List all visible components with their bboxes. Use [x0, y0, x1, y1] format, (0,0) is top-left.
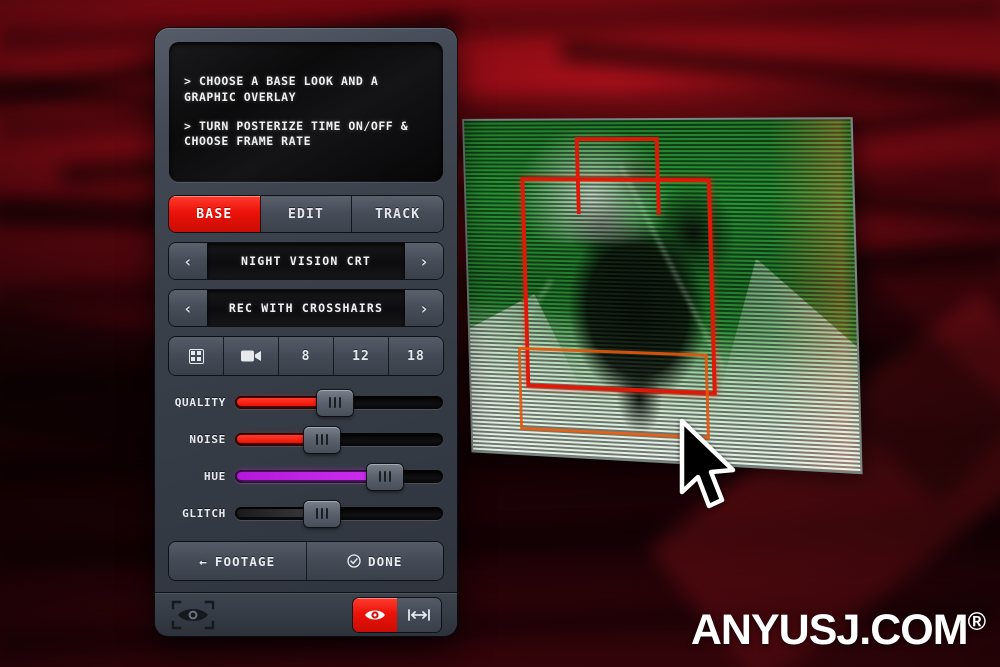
glitch-slider[interactable] [235, 507, 443, 520]
base-look-value[interactable]: NIGHT VISION CRT [207, 243, 405, 279]
glitch-slider-row: GLITCH [169, 500, 443, 526]
instruction-screen: > CHOOSE A BASE LOOK AND A GRAPHIC OVERL… [169, 42, 443, 182]
watermark: ANYUSJ.COM® [691, 606, 986, 655]
framerate-8-button[interactable]: 8 [279, 337, 334, 375]
base-look-prev-arrow-icon[interactable]: ‹ [169, 243, 207, 279]
tab-edit[interactable]: EDIT [261, 196, 353, 232]
action-button-row: ← FOOTAGE DONE [169, 542, 443, 580]
posterize-grid-button[interactable] [169, 337, 224, 375]
crosshair-box-lower [518, 347, 711, 440]
preview-toggle-group [353, 598, 441, 632]
registered-mark-icon: ® [968, 608, 986, 636]
graphic-overlay-next-arrow-icon[interactable]: › [405, 290, 443, 326]
quality-slider[interactable] [235, 396, 443, 409]
control-panel-body: > CHOOSE A BASE LOOK AND A GRAPHIC OVERL… [169, 42, 443, 580]
app-root: > CHOOSE A BASE LOOK AND A GRAPHIC OVERL… [0, 0, 1000, 667]
footage-button[interactable]: ← FOOTAGE [169, 542, 307, 580]
quality-slider-label: QUALITY [169, 396, 235, 409]
arrow-left-icon: ← [199, 554, 208, 569]
done-button-label: DONE [368, 554, 403, 569]
quality-slider-row: QUALITY [169, 389, 443, 415]
quality-slider-thumb[interactable] [317, 390, 353, 416]
noise-slider-thumb[interactable] [304, 427, 340, 453]
hue-slider-label: HUE [169, 470, 235, 483]
base-look-next-arrow-icon[interactable]: › [405, 243, 443, 279]
hue-slider-thumb[interactable] [367, 464, 403, 490]
noise-slider-row: NOISE [169, 426, 443, 452]
preview-eye-toggle[interactable] [353, 598, 397, 632]
tab-track[interactable]: TRACK [352, 196, 443, 232]
posterize-camera-button[interactable] [224, 337, 279, 375]
tab-bar: BASE EDIT TRACK [169, 196, 443, 232]
video-preview[interactable] [462, 117, 863, 474]
graphic-overlay-selector: ‹ REC WITH CROSSHAIRS › [169, 290, 443, 326]
camera-icon [241, 349, 261, 363]
base-look-selector: ‹ NIGHT VISION CRT › [169, 243, 443, 279]
framerate-18-button[interactable]: 18 [389, 337, 443, 375]
glitch-slider-thumb[interactable] [304, 501, 340, 527]
watermark-text: ANYUSJ.COM [691, 606, 968, 654]
check-circle-icon [347, 554, 361, 568]
fit-width-icon [407, 608, 431, 622]
noise-slider-label: NOISE [169, 433, 235, 446]
slider-group: QUALITY NOISE HUE GLITCH [169, 389, 443, 526]
tab-base[interactable]: BASE [169, 196, 261, 232]
instruction-line-2: > TURN POSTERIZE TIME ON/OFF & CHOOSE FR… [184, 119, 428, 151]
fit-width-toggle[interactable] [397, 598, 441, 632]
framerate-button-row: 8 12 18 [169, 337, 443, 375]
graphic-overlay-prev-arrow-icon[interactable]: ‹ [169, 290, 207, 326]
panel-bottom-bar [155, 592, 457, 636]
footage-button-label: FOOTAGE [215, 554, 275, 569]
hue-slider-row: HUE [169, 463, 443, 489]
glitch-slider-label: GLITCH [169, 507, 235, 520]
instruction-line-1: > CHOOSE A BASE LOOK AND A GRAPHIC OVERL… [184, 74, 428, 106]
control-panel: > CHOOSE A BASE LOOK AND A GRAPHIC OVERL… [155, 28, 457, 636]
hue-slider[interactable] [235, 470, 443, 483]
eye-focus-icon[interactable] [171, 600, 215, 630]
video-preview-area[interactable] [452, 108, 864, 478]
noise-slider[interactable] [235, 433, 443, 446]
hue-slider-fill [237, 472, 383, 480]
done-button[interactable]: DONE [307, 542, 444, 580]
graphic-overlay-value[interactable]: REC WITH CROSSHAIRS [207, 290, 405, 326]
eye-icon [364, 607, 386, 623]
grid-icon [189, 349, 204, 364]
framerate-12-button[interactable]: 12 [334, 337, 389, 375]
